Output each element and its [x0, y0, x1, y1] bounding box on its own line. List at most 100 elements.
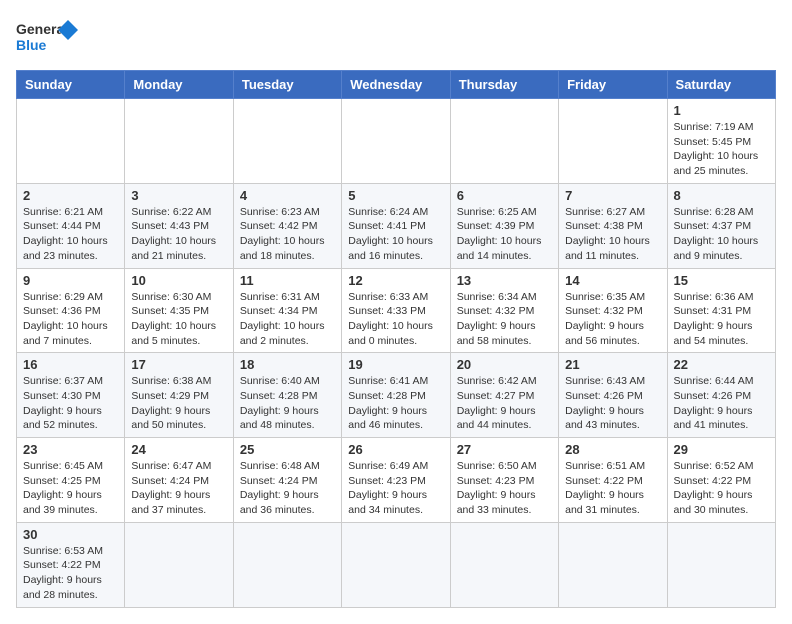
- calendar-cell: [450, 99, 558, 184]
- calendar-cell: 13Sunrise: 6:34 AM Sunset: 4:32 PM Dayli…: [450, 268, 558, 353]
- day-number: 2: [23, 188, 118, 203]
- calendar-week-1: 2 Sunrise: 6:21 AM Sunset: 4:44 PM Daylig…: [17, 183, 776, 268]
- day-info: Sunrise: 6:52 AM Sunset: 4:22 PM Dayligh…: [674, 459, 769, 518]
- calendar-cell: 23 Sunrise: 6:45 AM Sunset: 4:25 PM Dayli…: [17, 438, 125, 523]
- day-info: Sunrise: 6:24 AM Sunset: 4:41 PM Dayligh…: [348, 205, 443, 264]
- calendar-cell: [17, 99, 125, 184]
- calendar-cell: 29 Sunrise: 6:52 AM Sunset: 4:22 PM Dayli…: [667, 438, 775, 523]
- day-info: Sunrise: 6:40 AM Sunset: 4:28 PM Dayligh…: [240, 374, 335, 433]
- svg-text:Blue: Blue: [16, 37, 47, 53]
- calendar-cell: 25Sunrise: 6:48 AM Sunset: 4:24 PM Dayli…: [233, 438, 341, 523]
- calendar-cell: [125, 99, 233, 184]
- day-number: 29: [674, 442, 769, 457]
- day-info: Sunrise: 6:30 AM Sunset: 4:35 PM Dayligh…: [131, 290, 226, 349]
- day-info: Sunrise: 6:33 AM Sunset: 4:33 PM Dayligh…: [348, 290, 443, 349]
- day-number: 13: [457, 273, 552, 288]
- col-header-friday: Friday: [559, 71, 667, 99]
- day-number: 19: [348, 357, 443, 372]
- day-info: Sunrise: 6:41 AM Sunset: 4:28 PM Dayligh…: [348, 374, 443, 433]
- day-number: 1: [674, 103, 769, 118]
- day-info: Sunrise: 6:37 AM Sunset: 4:30 PM Dayligh…: [23, 374, 118, 433]
- day-info: Sunrise: 6:25 AM Sunset: 4:39 PM Dayligh…: [457, 205, 552, 264]
- calendar-header-row: SundayMondayTuesdayWednesdayThursdayFrid…: [17, 71, 776, 99]
- calendar-cell: 21 Sunrise: 6:43 AM Sunset: 4:26 PM Dayli…: [559, 353, 667, 438]
- calendar-week-4: 23 Sunrise: 6:45 AM Sunset: 4:25 PM Dayli…: [17, 438, 776, 523]
- calendar-cell: 8 Sunrise: 6:28 AM Sunset: 4:37 PM Daylig…: [667, 183, 775, 268]
- day-number: 10: [131, 273, 226, 288]
- calendar-cell: [342, 522, 450, 607]
- day-number: 12: [348, 273, 443, 288]
- day-number: 15: [674, 273, 769, 288]
- calendar-cell: 28 Sunrise: 6:51 AM Sunset: 4:22 PM Dayli…: [559, 438, 667, 523]
- day-number: 22: [674, 357, 769, 372]
- day-number: 14: [565, 273, 660, 288]
- day-number: 7: [565, 188, 660, 203]
- calendar-cell: 4 Sunrise: 6:23 AM Sunset: 4:42 PM Daylig…: [233, 183, 341, 268]
- calendar-cell: [125, 522, 233, 607]
- col-header-monday: Monday: [125, 71, 233, 99]
- calendar-cell: 15Sunrise: 6:36 AM Sunset: 4:31 PM Dayli…: [667, 268, 775, 353]
- day-info: Sunrise: 6:53 AM Sunset: 4:22 PM Dayligh…: [23, 544, 118, 603]
- day-info: Sunrise: 6:27 AM Sunset: 4:38 PM Dayligh…: [565, 205, 660, 264]
- day-info: Sunrise: 6:49 AM Sunset: 4:23 PM Dayligh…: [348, 459, 443, 518]
- calendar-table: SundayMondayTuesdayWednesdayThursdayFrid…: [16, 70, 776, 608]
- calendar-cell: 10 Sunrise: 6:30 AM Sunset: 4:35 PM Dayli…: [125, 268, 233, 353]
- calendar-week-2: 9 Sunrise: 6:29 AM Sunset: 4:36 PM Daylig…: [17, 268, 776, 353]
- calendar-cell: 30 Sunrise: 6:53 AM Sunset: 4:22 PM Dayli…: [17, 522, 125, 607]
- day-info: Sunrise: 6:28 AM Sunset: 4:37 PM Dayligh…: [674, 205, 769, 264]
- calendar-cell: 18 Sunrise: 6:40 AM Sunset: 4:28 PM Dayli…: [233, 353, 341, 438]
- col-header-tuesday: Tuesday: [233, 71, 341, 99]
- day-info: Sunrise: 6:42 AM Sunset: 4:27 PM Dayligh…: [457, 374, 552, 433]
- calendar-cell: 19 Sunrise: 6:41 AM Sunset: 4:28 PM Dayli…: [342, 353, 450, 438]
- day-info: Sunrise: 6:50 AM Sunset: 4:23 PM Dayligh…: [457, 459, 552, 518]
- day-number: 25: [240, 442, 335, 457]
- calendar-cell: [233, 522, 341, 607]
- calendar-cell: 3 Sunrise: 6:22 AM Sunset: 4:43 PM Daylig…: [125, 183, 233, 268]
- day-number: 24: [131, 442, 226, 457]
- calendar-cell: 12 Sunrise: 6:33 AM Sunset: 4:33 PM Dayli…: [342, 268, 450, 353]
- calendar-week-0: 1Sunrise: 7:19 AM Sunset: 5:45 PM Daylig…: [17, 99, 776, 184]
- logo: General Blue: [16, 16, 86, 58]
- calendar-cell: 9 Sunrise: 6:29 AM Sunset: 4:36 PM Daylig…: [17, 268, 125, 353]
- col-header-thursday: Thursday: [450, 71, 558, 99]
- calendar-cell: 1Sunrise: 7:19 AM Sunset: 5:45 PM Daylig…: [667, 99, 775, 184]
- calendar-cell: 20 Sunrise: 6:42 AM Sunset: 4:27 PM Dayli…: [450, 353, 558, 438]
- generalblue-logo-icon: General Blue: [16, 16, 86, 58]
- day-info: Sunrise: 6:29 AM Sunset: 4:36 PM Dayligh…: [23, 290, 118, 349]
- calendar-cell: 7 Sunrise: 6:27 AM Sunset: 4:38 PM Daylig…: [559, 183, 667, 268]
- calendar-cell: 11Sunrise: 6:31 AM Sunset: 4:34 PM Dayli…: [233, 268, 341, 353]
- day-number: 28: [565, 442, 660, 457]
- day-info: Sunrise: 6:21 AM Sunset: 4:44 PM Dayligh…: [23, 205, 118, 264]
- calendar-cell: [450, 522, 558, 607]
- day-number: 26: [348, 442, 443, 457]
- calendar-cell: 24 Sunrise: 6:47 AM Sunset: 4:24 PM Dayli…: [125, 438, 233, 523]
- col-header-sunday: Sunday: [17, 71, 125, 99]
- calendar-cell: 17 Sunrise: 6:38 AM Sunset: 4:29 PM Dayli…: [125, 353, 233, 438]
- day-info: Sunrise: 6:23 AM Sunset: 4:42 PM Dayligh…: [240, 205, 335, 264]
- day-number: 4: [240, 188, 335, 203]
- day-info: Sunrise: 6:43 AM Sunset: 4:26 PM Dayligh…: [565, 374, 660, 433]
- calendar-cell: [559, 522, 667, 607]
- day-number: 21: [565, 357, 660, 372]
- calendar-cell: 26 Sunrise: 6:49 AM Sunset: 4:23 PM Dayli…: [342, 438, 450, 523]
- col-header-saturday: Saturday: [667, 71, 775, 99]
- calendar-cell: 22Sunrise: 6:44 AM Sunset: 4:26 PM Dayli…: [667, 353, 775, 438]
- day-number: 5: [348, 188, 443, 203]
- day-number: 8: [674, 188, 769, 203]
- day-info: Sunrise: 6:38 AM Sunset: 4:29 PM Dayligh…: [131, 374, 226, 433]
- day-number: 20: [457, 357, 552, 372]
- day-number: 30: [23, 527, 118, 542]
- day-info: Sunrise: 6:31 AM Sunset: 4:34 PM Dayligh…: [240, 290, 335, 349]
- day-number: 17: [131, 357, 226, 372]
- col-header-wednesday: Wednesday: [342, 71, 450, 99]
- day-number: 18: [240, 357, 335, 372]
- calendar-cell: 16Sunrise: 6:37 AM Sunset: 4:30 PM Dayli…: [17, 353, 125, 438]
- day-number: 3: [131, 188, 226, 203]
- day-info: Sunrise: 6:47 AM Sunset: 4:24 PM Dayligh…: [131, 459, 226, 518]
- day-number: 9: [23, 273, 118, 288]
- day-info: Sunrise: 6:51 AM Sunset: 4:22 PM Dayligh…: [565, 459, 660, 518]
- day-info: Sunrise: 6:22 AM Sunset: 4:43 PM Dayligh…: [131, 205, 226, 264]
- calendar-cell: [342, 99, 450, 184]
- day-info: Sunrise: 6:45 AM Sunset: 4:25 PM Dayligh…: [23, 459, 118, 518]
- day-number: 23: [23, 442, 118, 457]
